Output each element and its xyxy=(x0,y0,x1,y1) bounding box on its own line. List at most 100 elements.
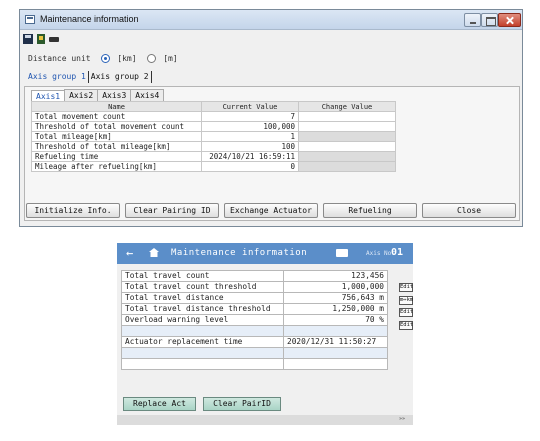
tab-axis-group-2[interactable]: Axis group 2 xyxy=(89,71,152,83)
table-row: Total mileage[km] 1 xyxy=(31,131,396,142)
table-row: Threshold of total movement count 100,00… xyxy=(31,121,396,132)
maintenance-panel: ← Maintenance information Axis No. 01 To… xyxy=(117,243,413,425)
display-icon xyxy=(336,249,348,257)
item-value xyxy=(283,347,388,359)
refueling-button[interactable]: Refueling xyxy=(323,203,417,218)
replace-actuator-button[interactable]: Replace Act xyxy=(123,397,196,411)
panel-title: Maintenance information xyxy=(171,248,308,258)
item-name: Total travel count threshold xyxy=(121,281,284,293)
row-current-value: 100,000 xyxy=(201,121,299,132)
maximize-button[interactable] xyxy=(481,13,498,27)
back-arrow-icon[interactable]: ← xyxy=(126,247,133,259)
item-value: 123,456 xyxy=(283,270,388,282)
item-value: 1,000,000 xyxy=(283,281,388,293)
axis-tabs: Axis1 Axis2 Axis3 Axis4 xyxy=(31,89,165,102)
table-row: Threshold of total mileage[km] 100 xyxy=(31,141,396,152)
axis-group-tabs: Axis group 1 Axis group 2 xyxy=(26,71,152,83)
panel-header: ← Maintenance information Axis No. 01 xyxy=(117,243,413,264)
unit-km-label: [km] xyxy=(117,54,137,63)
unit-m-radio[interactable] xyxy=(147,54,157,63)
column-header-change-value: Change Value xyxy=(298,101,396,112)
button-bar: Initialize Info. Clear Pairing ID Exchan… xyxy=(22,199,520,223)
item-value: 2020/12/31 11:50:27 xyxy=(283,336,388,348)
edit-travel-count-threshold-button[interactable]: Edit xyxy=(399,283,413,292)
grid-header-row: Name Current Value Change Value xyxy=(31,101,396,112)
item-name: Total travel count xyxy=(121,270,284,282)
item-name xyxy=(121,325,284,337)
row-current-value: 1 xyxy=(201,131,299,142)
maintenance-grid: Name Current Value Change Value Total mo… xyxy=(31,101,396,172)
exchange-actuator-button[interactable]: Exchange Actuator xyxy=(224,203,318,218)
maintenance-info-table: Total travel count 123,456 Total travel … xyxy=(121,270,388,370)
item-name xyxy=(121,347,284,359)
row-change-value-cell[interactable] xyxy=(298,141,396,152)
column-header-current-value: Current Value xyxy=(201,101,299,112)
row-name: Total movement count xyxy=(31,111,202,122)
row-change-value-cell[interactable] xyxy=(298,111,396,122)
table-row: Refueling time 2024/10/21 16:59:11 xyxy=(31,151,396,162)
table-row: Total movement count 7 xyxy=(31,111,396,122)
row-current-value: 100 xyxy=(201,141,299,152)
tab-axis3[interactable]: Axis3 xyxy=(97,89,132,101)
item-name: Overload warning level xyxy=(121,314,284,326)
close-button[interactable]: Close xyxy=(422,203,516,218)
row-name: Total mileage[km] xyxy=(31,131,202,142)
row-current-value: 7 xyxy=(201,111,299,122)
row-change-value-cell xyxy=(298,131,396,142)
row-name: Threshold of total movement count xyxy=(31,121,202,132)
close-window-button[interactable] xyxy=(498,13,521,27)
row-current-value: 0 xyxy=(201,161,299,172)
tab-axis4[interactable]: Axis4 xyxy=(130,89,165,101)
table-row xyxy=(121,325,388,337)
column-header-name: Name xyxy=(31,101,202,112)
row-current-value: 2024/10/21 16:59:11 xyxy=(201,151,299,162)
row-name: Refueling time xyxy=(31,151,202,162)
tab-axis2[interactable]: Axis2 xyxy=(64,89,99,101)
window-title: Maintenance information xyxy=(40,14,139,24)
table-row xyxy=(121,347,388,359)
app-icon xyxy=(25,15,35,24)
axis-number-value: 01 xyxy=(391,247,404,258)
table-row: Mileage after refueling[km] 0 xyxy=(31,161,396,172)
table-row: Overload warning level 70 % xyxy=(121,314,388,326)
item-name: Total travel distance threshold xyxy=(121,303,284,315)
edit-overload-warning-button[interactable]: Edit xyxy=(399,321,413,330)
item-name: Total travel distance xyxy=(121,292,284,304)
row-name: Mileage after refueling[km] xyxy=(31,161,202,172)
maintenance-window: Maintenance information Distance unit [k… xyxy=(19,9,523,227)
footer-indicator: »» xyxy=(398,416,405,422)
table-row xyxy=(121,358,388,370)
unit-km-radio[interactable] xyxy=(101,54,111,63)
clear-pairing-id-button[interactable]: Clear Pairing ID xyxy=(125,203,219,218)
item-name: Actuator replacement time xyxy=(121,336,284,348)
row-change-value-cell xyxy=(298,151,396,162)
distance-unit-label: Distance unit xyxy=(28,54,91,63)
settings-icon[interactable] xyxy=(36,34,46,44)
home-icon[interactable] xyxy=(149,248,159,257)
item-value xyxy=(283,358,388,370)
title-bar: Maintenance information xyxy=(20,10,522,30)
item-value: 70 % xyxy=(283,314,388,326)
item-name xyxy=(121,358,284,370)
save-icon[interactable] xyxy=(23,34,33,44)
initialize-info-button[interactable]: Initialize Info. xyxy=(26,203,120,218)
table-row: Total travel count threshold 1,000,000 xyxy=(121,281,388,293)
item-value: 1,250,000 m xyxy=(283,303,388,315)
item-value: 756,643 m xyxy=(283,292,388,304)
row-change-value-cell xyxy=(298,161,396,172)
table-row: Total travel distance threshold 1,250,00… xyxy=(121,303,388,315)
table-row: Actuator replacement time 2020/12/31 11:… xyxy=(121,336,388,348)
tab-axis-group-1[interactable]: Axis group 1 xyxy=(26,71,89,83)
clear-pair-id-button[interactable]: Clear PairID xyxy=(203,397,281,411)
row-change-value-cell[interactable] xyxy=(298,121,396,132)
minimize-button[interactable] xyxy=(464,13,481,27)
table-row: Total travel count 123,456 xyxy=(121,270,388,282)
toggle-distance-unit-button[interactable]: m⇔km xyxy=(399,296,413,305)
table-row: Total travel distance 756,643 m xyxy=(121,292,388,304)
print-icon[interactable] xyxy=(49,34,59,45)
panel-footer: »» xyxy=(117,415,413,425)
unit-m-label: [m] xyxy=(163,54,178,63)
distance-unit-row: Distance unit [km] [m] xyxy=(28,54,178,63)
edit-travel-distance-threshold-button[interactable]: Edit xyxy=(399,308,413,317)
item-value xyxy=(283,325,388,337)
